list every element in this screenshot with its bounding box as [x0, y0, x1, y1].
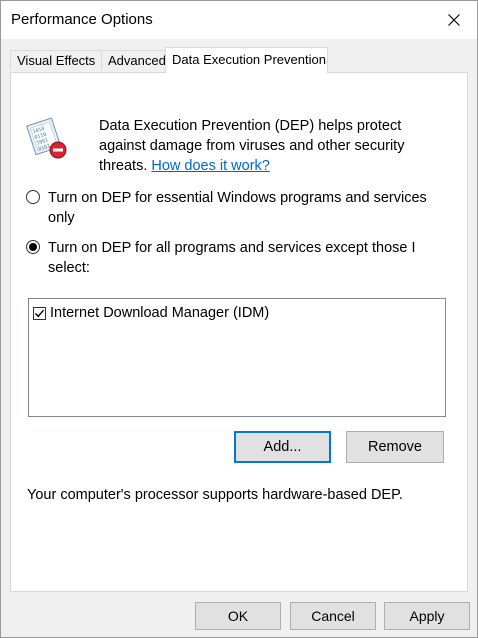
dep-description: Data Execution Prevention (DEP) helps pr…: [99, 116, 439, 176]
remove-button[interactable]: Remove: [346, 431, 444, 463]
checkmark-icon: [35, 309, 45, 317]
close-icon: [448, 14, 460, 26]
list-item-label: Internet Download Manager (IDM): [50, 305, 270, 321]
tab-data-execution-prevention[interactable]: Data Execution Prevention: [165, 47, 328, 73]
hardware-support-text: Your computer's processor supports hardw…: [27, 487, 403, 503]
tab-label: Advanced: [108, 53, 166, 68]
radio-all-programs-label: Turn on DEP for all programs and service…: [48, 240, 416, 276]
tab-label: Data Execution Prevention: [172, 52, 326, 67]
option-essential-row[interactable]: Turn on DEP for essential Windows progra…: [26, 188, 446, 230]
ok-button[interactable]: OK: [195, 602, 281, 630]
dep-tab-panel: 1010 0110 1001 0101 Data Execution Preve…: [10, 72, 468, 592]
idm-checkbox[interactable]: [33, 306, 46, 320]
window-title: Performance Options: [11, 11, 153, 28]
radio-essential[interactable]: [26, 190, 40, 204]
exceptions-list[interactable]: Internet Download Manager (IDM): [28, 298, 446, 417]
tab-label: Visual Effects: [17, 53, 96, 68]
tab-visual-effects[interactable]: Visual Effects: [10, 50, 102, 71]
apply-button[interactable]: Apply: [384, 602, 470, 630]
how-does-it-work-link[interactable]: How does it work?: [151, 158, 269, 174]
cancel-button[interactable]: Cancel: [290, 602, 376, 630]
performance-options-window: Performance Options Visual Effects Advan…: [0, 0, 478, 638]
title-bar: Performance Options: [1, 1, 477, 39]
add-button[interactable]: Add...: [234, 431, 331, 463]
radio-essential-label: Turn on DEP for essential Windows progra…: [48, 190, 427, 226]
radio-all-programs[interactable]: [26, 240, 40, 254]
tab-advanced[interactable]: Advanced: [101, 50, 166, 71]
option-all-row[interactable]: Turn on DEP for all programs and service…: [26, 238, 446, 280]
dep-shield-icon: 1010 0110 1001 0101: [26, 117, 67, 159]
list-item[interactable]: Internet Download Manager (IDM): [33, 303, 269, 323]
close-button[interactable]: [431, 1, 477, 39]
